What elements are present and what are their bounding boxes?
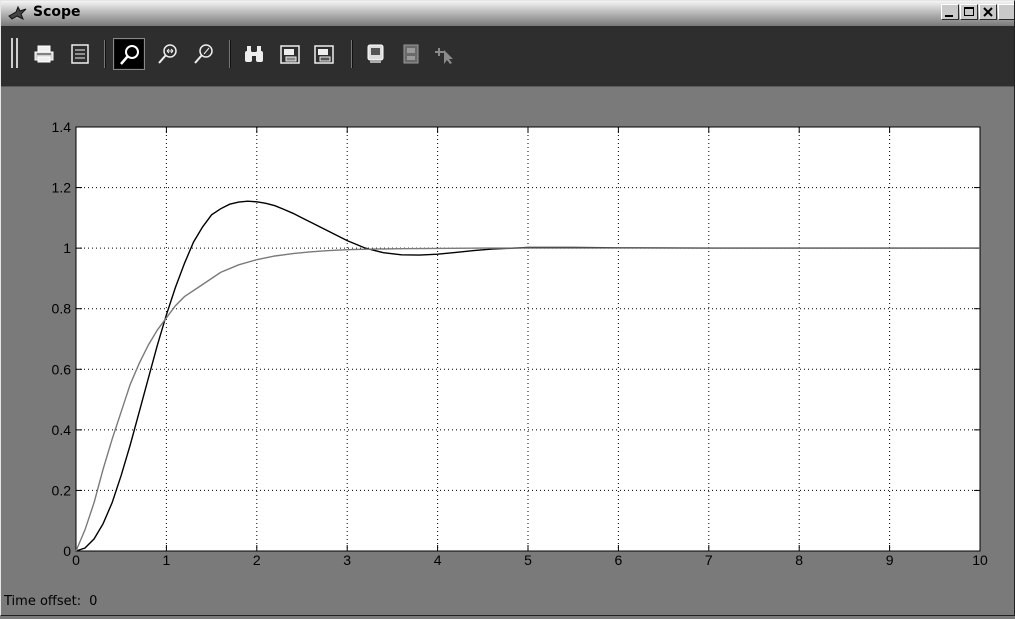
restore-axes-icon: [314, 45, 334, 64]
zoom-y-button[interactable]: [189, 39, 219, 69]
zoom-x-button[interactable]: [153, 39, 183, 69]
toolbar-separator: [229, 40, 231, 68]
floating-scope-icon: [367, 44, 384, 63]
y-tick-label: 0.4: [52, 422, 72, 438]
x-tick-label: 6: [615, 552, 623, 568]
toolbar: [1, 26, 1014, 87]
toolbar-grip-2: [16, 38, 18, 68]
minimize-icon: [945, 15, 953, 17]
print-button[interactable]: [29, 39, 59, 69]
x-tick-label: 3: [343, 552, 351, 568]
maximize-button[interactable]: [960, 4, 978, 20]
lock-axes-button[interactable]: [396, 39, 426, 69]
title-bar[interactable]: Scope: [1, 1, 1014, 25]
status-bar: Time offset: 0: [4, 594, 97, 609]
restore-axes-button[interactable]: [309, 39, 339, 69]
printer-icon: [34, 45, 54, 63]
autoscale-button[interactable]: [239, 39, 269, 69]
x-tick-label: 8: [795, 552, 803, 568]
zoom-x-icon: [158, 44, 177, 64]
x-tick-label: 1: [163, 552, 171, 568]
x-tick-label: 2: [253, 552, 261, 568]
save-axes-icon: [280, 45, 300, 64]
zoom-y-icon: [194, 44, 213, 64]
close-icon: [983, 7, 993, 17]
minimize-button[interactable]: [941, 4, 959, 20]
time-offset-value: 0: [89, 594, 98, 609]
zoom-icon: [120, 45, 139, 65]
x-tick-label: 0: [72, 552, 80, 568]
x-tick-label: 5: [524, 552, 532, 568]
time-offset-label: Time offset:: [4, 594, 82, 609]
window-title: Scope: [33, 4, 81, 20]
plot-panel: 0 1 2 3 4 5 6 7 8 9 10 0 0.2 0.4 0.6 0.8 1 1.2 1.4: [1, 87, 1014, 615]
signal-selection-button[interactable]: [429, 39, 459, 69]
signal-selection-icon: [435, 48, 453, 64]
parameters-icon: [71, 44, 89, 64]
y-tick-label: 1.4: [52, 119, 72, 135]
save-axes-button[interactable]: [275, 39, 305, 69]
x-tick-label: 10: [972, 552, 988, 568]
close-button-edge: [998, 4, 1014, 20]
binoculars-icon: [245, 46, 263, 62]
close-button[interactable]: [979, 4, 997, 20]
floating-scope-button[interactable]: [361, 39, 391, 69]
x-tick-label: 4: [434, 552, 442, 568]
simulink-icon: [8, 5, 27, 21]
scope-plot[interactable]: 0 1 2 3 4 5 6 7 8 9 10 0 0.2 0.4 0.6 0.8 1 1.2 1.4: [1, 87, 1014, 615]
scope-window: Scope 0 1 2 3 4 5 6 7 8 9 10 0 0.2 0.4 0…: [0, 0, 1015, 616]
toolbar-grip[interactable]: [11, 38, 13, 68]
y-tick-label: 0.8: [52, 301, 72, 317]
toolbar-separator: [351, 40, 353, 68]
y-tick-label: 0.6: [52, 361, 72, 377]
x-tick-label: 9: [886, 552, 894, 568]
y-tick-label: 0.2: [52, 482, 72, 498]
y-tick-label: 0: [63, 543, 71, 559]
maximize-icon: [964, 7, 974, 16]
toolbar-separator: [104, 40, 106, 68]
parameters-button[interactable]: [65, 39, 95, 69]
zoom-button[interactable]: [114, 39, 144, 69]
y-tick-label: 1: [63, 240, 71, 256]
x-tick-label: 7: [705, 552, 713, 568]
lock-axes-icon: [403, 44, 419, 64]
y-tick-label: 1.2: [52, 180, 72, 196]
